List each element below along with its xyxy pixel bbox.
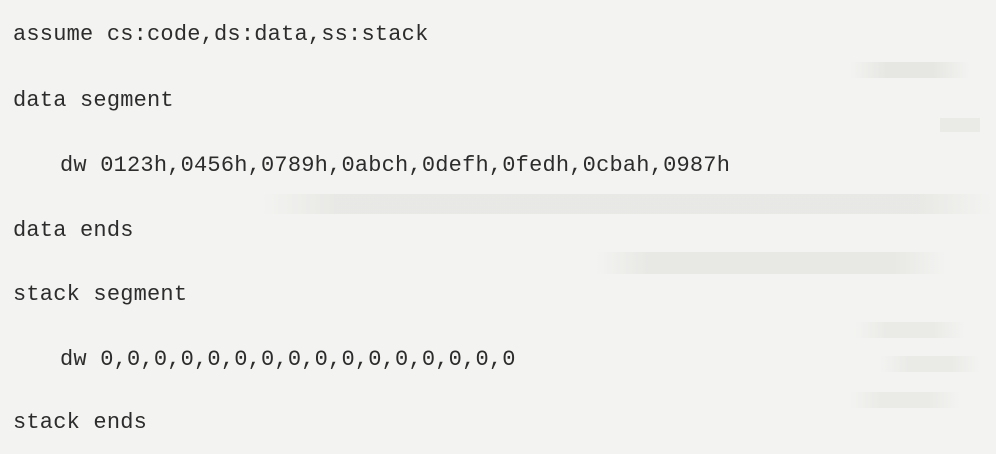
bleed-through-artifact bbox=[940, 118, 980, 132]
code-line-data-ends: data ends bbox=[13, 218, 134, 243]
bleed-through-artifact bbox=[262, 194, 992, 214]
code-line-stack-segment: stack segment bbox=[13, 282, 188, 307]
code-line-stack-ends: stack ends bbox=[13, 410, 148, 435]
code-line-assume: assume cs:code,ds:data,ss:stack bbox=[13, 22, 429, 47]
bleed-through-artifact bbox=[855, 322, 965, 338]
bleed-through-artifact bbox=[880, 356, 980, 372]
scanned-page: assume cs:code,ds:data,ss:stack data seg… bbox=[0, 0, 996, 454]
bleed-through-artifact bbox=[850, 62, 970, 78]
code-line-data-segment: data segment bbox=[13, 88, 174, 113]
code-line-data-dw: dw 0123h,0456h,0789h,0abch,0defh,0fedh,0… bbox=[60, 153, 731, 178]
bleed-through-artifact bbox=[596, 252, 946, 274]
code-line-stack-dw: dw 0,0,0,0,0,0,0,0,0,0,0,0,0,0,0,0 bbox=[60, 347, 516, 372]
bleed-through-artifact bbox=[850, 392, 960, 408]
